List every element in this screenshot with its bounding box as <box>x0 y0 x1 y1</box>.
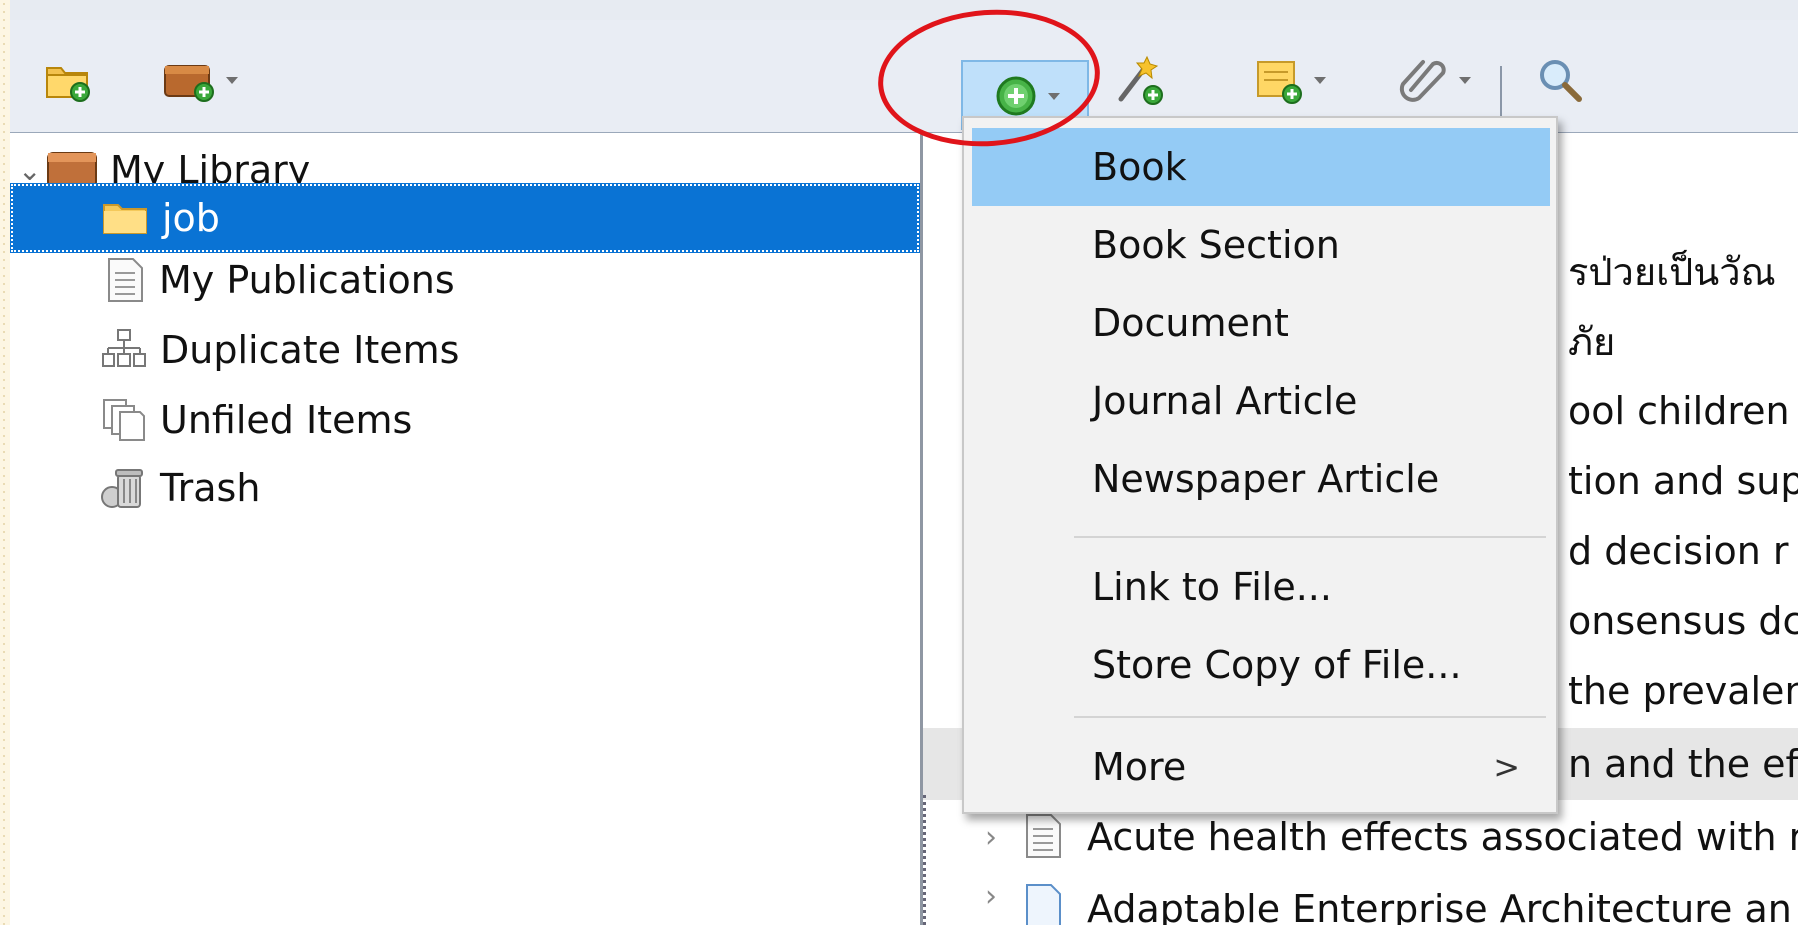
tree-item-label: My Publications <box>159 258 455 302</box>
tree-item-my-publications[interactable]: My Publications <box>105 245 455 315</box>
collections-pane: ⌄ My Library job My Publications Duplica… <box>10 133 920 925</box>
tree-item-trash[interactable]: Trash <box>100 453 260 523</box>
document-icon <box>108 258 143 302</box>
tree-item-job[interactable]: job <box>10 183 920 253</box>
chevron-right-icon: > <box>1493 748 1520 786</box>
tree-item-duplicate-items[interactable]: Duplicate Items <box>102 315 459 385</box>
new-note-button[interactable] <box>1235 50 1345 110</box>
document-icon <box>1026 814 1061 858</box>
menu-item-newspaper-article[interactable]: Newspaper Article <box>972 440 1550 518</box>
search-icon <box>1540 60 1582 102</box>
new-collection-icon <box>46 67 90 102</box>
menu-item-store-copy-of-file[interactable]: Store Copy of File... <box>972 626 1550 704</box>
chevron-right-icon[interactable]: › <box>985 879 997 914</box>
duplicate-items-icon <box>102 329 146 367</box>
chevron-down-icon[interactable]: ⌄ <box>18 154 42 187</box>
search-button[interactable] <box>1530 50 1590 110</box>
folder-icon <box>103 204 147 234</box>
new-item-menu: Book Book Section Document Journal Artic… <box>962 116 1558 814</box>
new-collection-button[interactable] <box>38 50 98 110</box>
web-page-icon <box>1026 884 1061 925</box>
menu-item-link-to-file[interactable]: Link to File... <box>972 548 1550 626</box>
menu-separator <box>1074 716 1546 718</box>
menu-separator <box>1074 536 1546 538</box>
tree-item-label: Duplicate Items <box>160 328 460 372</box>
chevron-down-icon <box>226 76 238 84</box>
new-library-button[interactable] <box>145 50 255 110</box>
magic-wand-icon <box>1118 55 1163 105</box>
paperclip-icon <box>1399 60 1446 102</box>
add-attachment-button[interactable] <box>1380 50 1490 110</box>
tree-item-unfiled-items[interactable]: Unfiled Items <box>102 385 412 455</box>
add-by-identifier-button[interactable] <box>1110 48 1170 112</box>
column-resize-handle[interactable] <box>923 795 932 925</box>
menu-item-journal-article[interactable]: Journal Article <box>972 362 1550 440</box>
trash-icon <box>101 469 143 508</box>
tree-item-label: Trash <box>160 466 261 510</box>
menu-item-more[interactable]: More > <box>972 728 1550 806</box>
menu-item-book-section[interactable]: Book Section <box>972 206 1550 284</box>
list-item[interactable]: › Adaptable Enterprise Architecture an <box>923 871 1798 925</box>
unfiled-items-icon <box>103 399 145 441</box>
new-note-icon <box>1257 61 1302 104</box>
chevron-right-icon[interactable]: › <box>985 820 997 855</box>
new-library-icon <box>164 65 214 102</box>
zotero-window: ⌄ My Library job My Publications Duplica… <box>10 0 1798 925</box>
chevron-down-icon <box>1314 76 1326 84</box>
menu-item-document[interactable]: Document <box>972 284 1550 362</box>
chevron-down-icon <box>1459 76 1471 84</box>
slide-caption-strip <box>10 0 1798 20</box>
tree-item-label: job <box>162 196 220 240</box>
menu-item-book[interactable]: Book <box>972 128 1550 206</box>
tree-item-label: Unfiled Items <box>160 398 413 442</box>
